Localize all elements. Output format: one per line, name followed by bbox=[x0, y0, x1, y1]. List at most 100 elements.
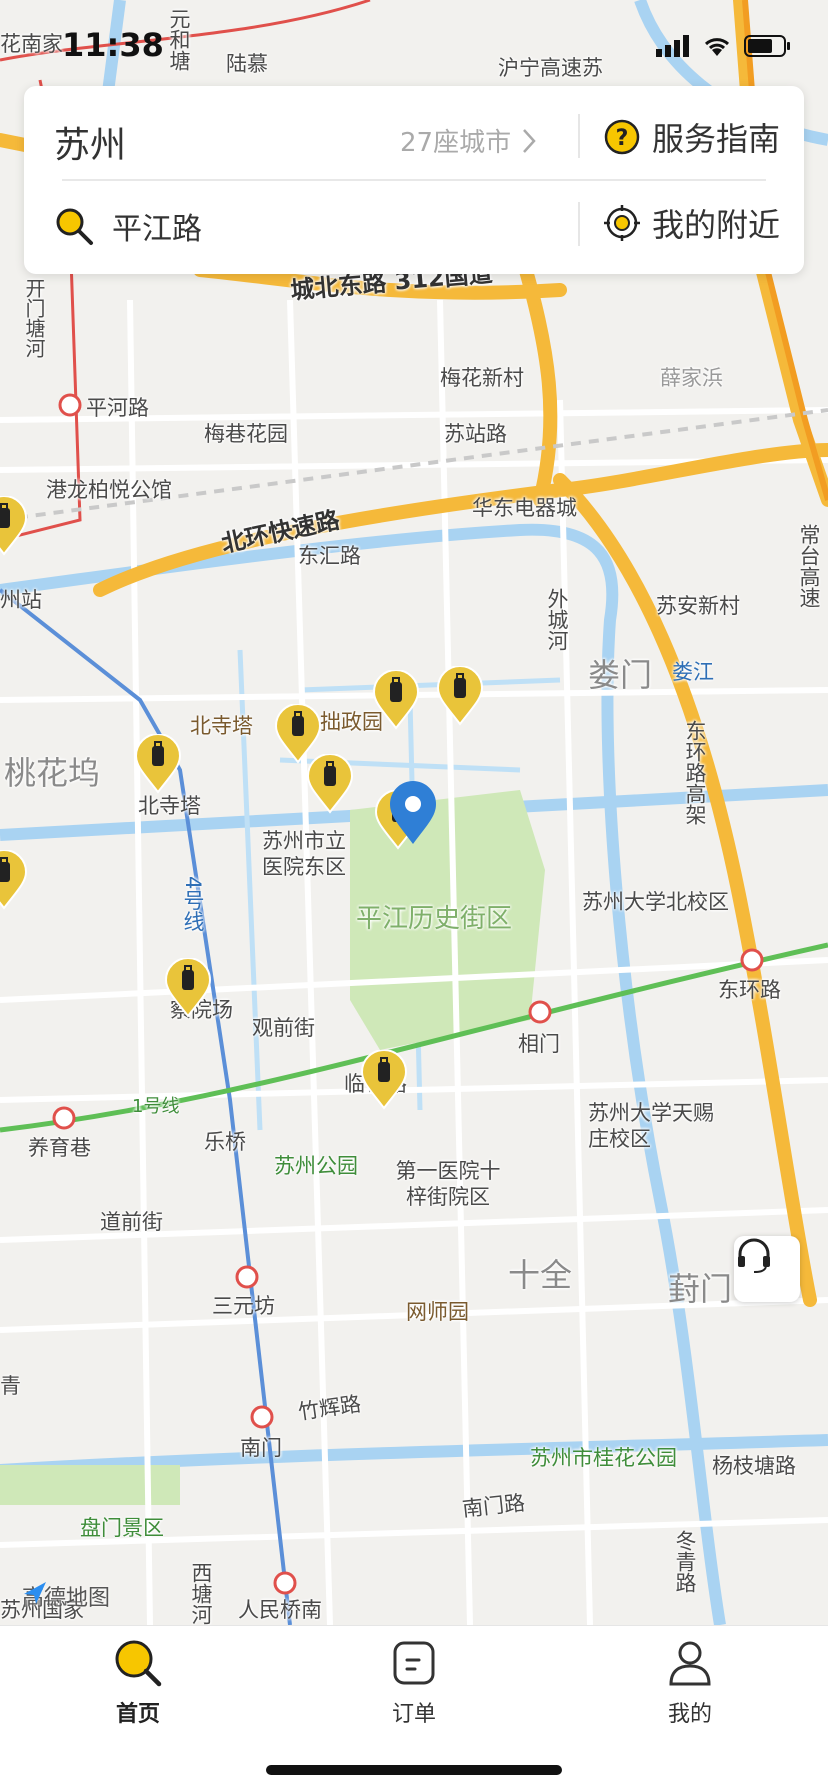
map-label: 苏州市桂花公园 bbox=[530, 1446, 677, 1470]
map-label: 桃花坞 bbox=[4, 754, 101, 792]
locker-marker[interactable] bbox=[0, 850, 28, 910]
map-label: 娄门 bbox=[588, 656, 653, 694]
map-label: 常台高速 bbox=[797, 524, 821, 608]
city-selector[interactable]: 27座城市 bbox=[400, 122, 537, 159]
map-label: 葑门 bbox=[668, 1270, 733, 1308]
luggage-icon bbox=[360, 1050, 408, 1110]
user-icon bbox=[669, 1641, 711, 1686]
map-label: 十全 bbox=[508, 1256, 573, 1294]
search-value: 平江路 bbox=[112, 212, 202, 247]
search-card: 苏州 27座城市 ? 服务指南 平江路 我的附近 bbox=[24, 86, 804, 274]
luggage-icon bbox=[164, 958, 212, 1018]
map-label: 道前街 bbox=[100, 1210, 163, 1234]
map-label: 州站 bbox=[0, 588, 42, 612]
tab-label: 我的 bbox=[667, 1702, 712, 1727]
divider bbox=[578, 202, 580, 246]
nearby-button[interactable]: 我的附近 bbox=[604, 200, 780, 246]
map-label: 梅花新村 bbox=[440, 366, 524, 390]
locker-marker[interactable] bbox=[306, 754, 354, 814]
locker-marker[interactable] bbox=[436, 666, 484, 726]
locate-icon bbox=[604, 205, 640, 241]
current-city[interactable]: 苏州 bbox=[54, 116, 126, 168]
customer-service-button[interactable] bbox=[734, 1236, 800, 1302]
map-label: 东环路高架 bbox=[683, 720, 707, 825]
map-attribution: 高德地图 bbox=[22, 1580, 110, 1612]
tab-label: 首页 bbox=[115, 1702, 160, 1727]
map-label: 冬青路 bbox=[673, 1530, 697, 1593]
map-label: 4号线 bbox=[181, 876, 205, 932]
map-label: 娄江 bbox=[672, 660, 714, 684]
luggage-icon bbox=[0, 850, 28, 910]
order-icon bbox=[393, 1641, 435, 1685]
luggage-icon bbox=[306, 754, 354, 814]
city-count: 27座城市 bbox=[400, 128, 512, 158]
location-pin-icon bbox=[390, 781, 436, 844]
map-label: 相门 bbox=[518, 1032, 560, 1056]
map-label: 苏州公园 bbox=[274, 1154, 358, 1178]
chevron-right-icon bbox=[523, 128, 536, 153]
tab-orders[interactable]: 订单 bbox=[354, 1638, 474, 1728]
map-label: 港龙柏悦公馆 bbox=[46, 478, 172, 502]
tab-home[interactable]: 首页 bbox=[78, 1638, 198, 1728]
map-label: 平河路 bbox=[86, 396, 149, 420]
map-label: 青 bbox=[0, 1374, 21, 1398]
gaode-logo-icon bbox=[24, 1582, 46, 1604]
luggage-icon bbox=[436, 666, 484, 726]
luggage-icon bbox=[372, 670, 420, 730]
status-icons bbox=[656, 34, 792, 58]
locker-marker[interactable] bbox=[0, 496, 28, 556]
map-label: 盘门景区 bbox=[80, 1516, 164, 1540]
location-pin bbox=[388, 780, 438, 846]
map-label: 平江历史街区 bbox=[356, 904, 513, 934]
tab-profile[interactable]: 我的 bbox=[630, 1638, 750, 1728]
luggage-icon bbox=[0, 496, 28, 556]
map-label: 东环路 bbox=[718, 978, 781, 1002]
luggage-icon bbox=[134, 734, 182, 794]
map-label: 华东电器城 bbox=[472, 496, 577, 520]
search-field[interactable]: 平江路 bbox=[54, 204, 202, 248]
map-label: 乐桥 bbox=[204, 1130, 246, 1154]
map-label: 苏州市立医院东区 bbox=[262, 829, 346, 879]
service-guide-button[interactable]: ? 服务指南 bbox=[604, 114, 780, 160]
battery-icon bbox=[744, 35, 790, 57]
map-label: 北寺塔 bbox=[138, 794, 201, 818]
svg-text:?: ? bbox=[616, 126, 629, 151]
map-label: 苏站路 bbox=[444, 422, 507, 446]
map-label: 苏州大学天赐庄校区 bbox=[588, 1101, 714, 1151]
map-label: 1号线 bbox=[132, 1096, 180, 1117]
map-label: 三元坊 bbox=[212, 1294, 275, 1318]
nearby-label: 我的附近 bbox=[652, 206, 781, 244]
signal-icon bbox=[656, 35, 689, 57]
map-label: 养育巷 bbox=[28, 1136, 91, 1160]
map-label: 外城河 bbox=[545, 588, 569, 651]
search-icon bbox=[56, 208, 93, 245]
locker-marker[interactable] bbox=[164, 958, 212, 1018]
search-icon bbox=[115, 1640, 162, 1687]
map-label: 苏安新村 bbox=[656, 594, 740, 618]
divider bbox=[578, 114, 580, 158]
map-label: 第一医院十梓街院区 bbox=[395, 1159, 501, 1209]
map-label: 梅巷花园 bbox=[204, 422, 288, 446]
locker-marker[interactable] bbox=[372, 670, 420, 730]
wifi-icon bbox=[704, 38, 730, 56]
home-indicator bbox=[266, 1765, 562, 1775]
map-label: 薛家浜 bbox=[660, 366, 723, 390]
status-time: 11:38 bbox=[62, 26, 164, 64]
map-label: 开门塘河 bbox=[22, 278, 46, 358]
divider bbox=[62, 179, 766, 181]
map-label: 网师园 bbox=[406, 1300, 469, 1324]
map-label: 人民桥南 bbox=[238, 1598, 322, 1622]
map-label: 东汇路 bbox=[298, 544, 361, 568]
map-label: 北寺塔 bbox=[190, 714, 253, 738]
map-label: 西塘河 bbox=[189, 1562, 213, 1625]
headset-icon bbox=[738, 1238, 770, 1273]
map-label: 杨枝塘路 bbox=[712, 1454, 796, 1478]
service-guide-label: 服务指南 bbox=[652, 120, 781, 158]
help-icon: ? bbox=[604, 119, 640, 155]
status-bar: 11:38 bbox=[0, 0, 828, 90]
locker-marker[interactable] bbox=[360, 1050, 408, 1110]
locker-marker[interactable] bbox=[134, 734, 182, 794]
map-label: 观前街 bbox=[252, 1016, 315, 1040]
tab-label: 订单 bbox=[391, 1702, 436, 1727]
map-label: 南门 bbox=[240, 1436, 282, 1460]
